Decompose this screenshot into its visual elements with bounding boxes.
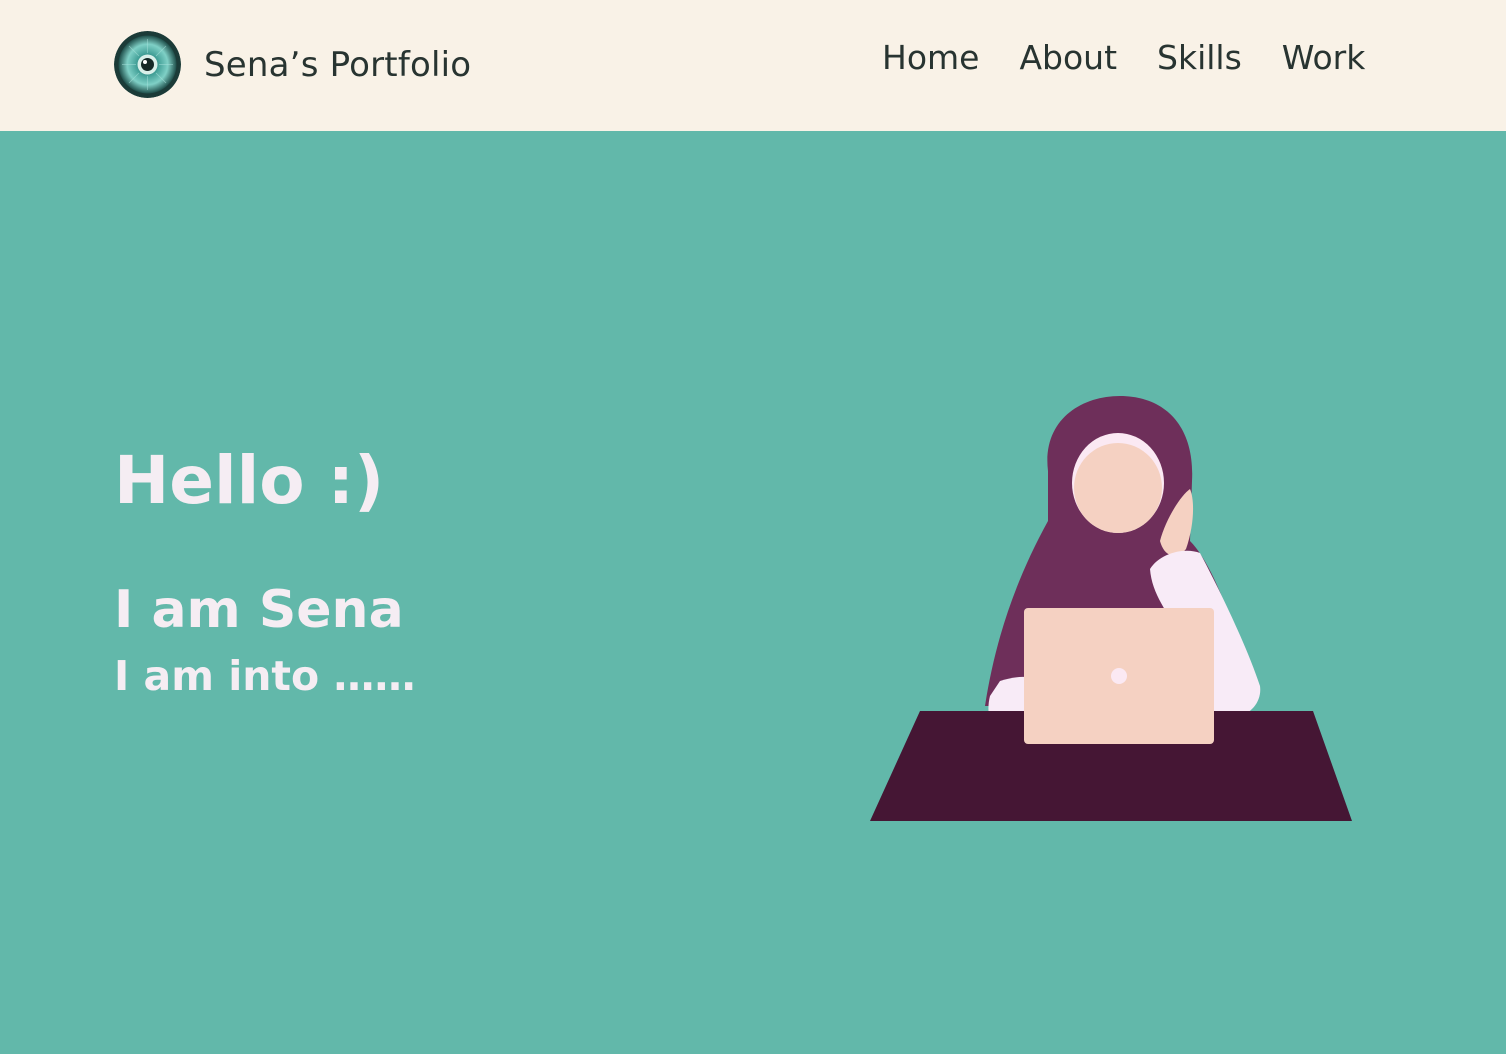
hero-text: Hello :) I am Sena I am into …… <box>114 441 415 701</box>
hero-section: Hello :) I am Sena I am into …… <box>0 131 1506 1054</box>
brand[interactable]: Sena’s Portfolio <box>114 31 471 98</box>
laptop-logo-icon <box>1111 668 1127 684</box>
eye-icon <box>114 31 181 98</box>
hero-name: I am Sena <box>114 580 404 640</box>
brand-name: Sena’s Portfolio <box>204 44 472 85</box>
face <box>1074 443 1162 533</box>
nav-link-about[interactable]: About <box>1019 38 1117 77</box>
hero-interests: I am into …… <box>114 652 416 700</box>
nav-link-work[interactable]: Work <box>1282 38 1366 77</box>
woman-with-laptop-illustration <box>870 396 1352 821</box>
navbar: Sena’s Portfolio Home About Skills Work <box>0 0 1506 131</box>
hero-greeting: Hello :) <box>114 442 385 519</box>
nav-link-home[interactable]: Home <box>882 38 979 77</box>
nav-link-skills[interactable]: Skills <box>1157 38 1242 77</box>
main-nav: Home About Skills Work <box>882 38 1365 77</box>
